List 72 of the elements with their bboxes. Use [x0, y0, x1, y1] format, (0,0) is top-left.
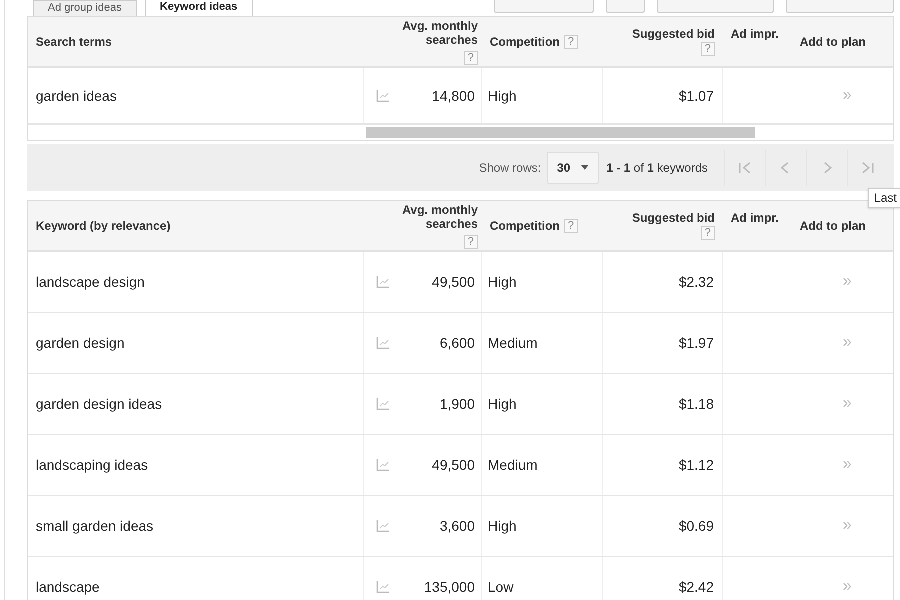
help-icon[interactable]: ?	[700, 226, 715, 240]
add-to-plan-icon[interactable]: »	[843, 273, 852, 291]
keyword-text: garden design	[36, 335, 125, 351]
caret-icon[interactable]	[580, 165, 589, 170]
trend-chart-icon[interactable]	[376, 88, 390, 102]
column-header: Competition	[490, 34, 560, 48]
scrollbar-thumb[interactable]	[366, 127, 755, 138]
trend-chart-icon[interactable]	[376, 519, 390, 533]
bid-value: $2.32	[678, 274, 714, 290]
competition-value: Low	[488, 579, 514, 595]
bid-value: $1.97	[678, 335, 714, 351]
competition-value: High	[488, 274, 517, 290]
column-header: Add to plan	[800, 218, 866, 232]
column-header: Suggested bid	[632, 211, 715, 225]
bid-value: $0.69	[678, 518, 714, 534]
keyword-text: small garden ideas	[36, 518, 154, 534]
bid-value: $1.12	[678, 457, 714, 473]
add-to-plan-icon[interactable]: »	[843, 578, 852, 596]
trend-chart-icon[interactable]	[376, 275, 390, 289]
competition-value: High	[488, 88, 517, 104]
keyword-text: garden ideas	[36, 88, 117, 104]
add-to-plan-icon[interactable]: »	[843, 334, 852, 352]
tooltip: Last	[868, 188, 900, 208]
add-to-plan-icon[interactable]: »	[843, 517, 852, 535]
toolbar-button[interactable]	[657, 0, 774, 13]
keyword-range: 1 - 1 of 1 keywords	[606, 160, 708, 174]
keyword-text: landscape	[36, 579, 100, 595]
trend-chart-icon[interactable]	[376, 580, 390, 594]
searches-value: 6,600	[440, 335, 475, 351]
searches-value: 49,500	[432, 457, 475, 473]
searches-value: 135,000	[424, 579, 475, 595]
trend-chart-icon[interactable]	[376, 336, 390, 350]
column-header: Suggested bid	[632, 27, 715, 41]
column-header: Avg. monthly searches	[401, 18, 478, 46]
competition-value: High	[488, 396, 517, 412]
searches-value: 14,800	[432, 88, 475, 104]
toolbar-button[interactable]	[786, 0, 894, 13]
competition-value: High	[488, 518, 517, 534]
add-to-plan-icon[interactable]: »	[843, 395, 852, 413]
column-header: Ad impr.	[731, 211, 780, 225]
help-icon[interactable]: ?	[564, 218, 578, 232]
add-to-plan-icon[interactable]: »	[843, 86, 852, 104]
add-to-plan-icon[interactable]: »	[843, 456, 852, 474]
searches-value: 1,900	[440, 396, 475, 412]
rows-dropdown[interactable]: 30	[547, 152, 599, 184]
help-icon[interactable]: ?	[464, 50, 478, 64]
bid-value: $2.42	[678, 579, 714, 595]
column-header: Ad impr.	[731, 27, 780, 41]
column-header: Add to plan	[800, 34, 866, 48]
trend-chart-icon[interactable]	[376, 397, 390, 411]
bid-value: $1.07	[678, 88, 714, 104]
keyword-text: landscaping ideas	[36, 457, 148, 473]
help-icon[interactable]: ?	[700, 42, 715, 56]
competition-value: Medium	[488, 457, 538, 473]
keyword-text: garden design ideas	[36, 396, 162, 412]
bid-value: $1.18	[678, 396, 714, 412]
trend-chart-icon[interactable]	[376, 458, 390, 472]
column-header: Avg. monthly searches	[401, 202, 478, 230]
help-icon[interactable]: ?	[564, 34, 578, 48]
help-icon[interactable]: ?	[464, 234, 478, 248]
toolbar-button[interactable]	[606, 0, 645, 13]
tab[interactable]: Keyword ideas	[145, 0, 253, 16]
toolbar-button[interactable]	[494, 0, 594, 13]
competition-value: Medium	[488, 335, 538, 351]
keyword-text: landscape design	[36, 274, 145, 290]
show-rows-label: Show rows:	[479, 160, 542, 174]
searches-value: 3,600	[440, 518, 475, 534]
searches-value: 49,500	[432, 274, 475, 290]
tab[interactable]: Ad group ideas	[33, 0, 137, 16]
column-header: Search terms	[36, 34, 112, 48]
column-header: Keyword (by relevance)	[36, 218, 171, 232]
column-header: Competition	[490, 218, 560, 232]
